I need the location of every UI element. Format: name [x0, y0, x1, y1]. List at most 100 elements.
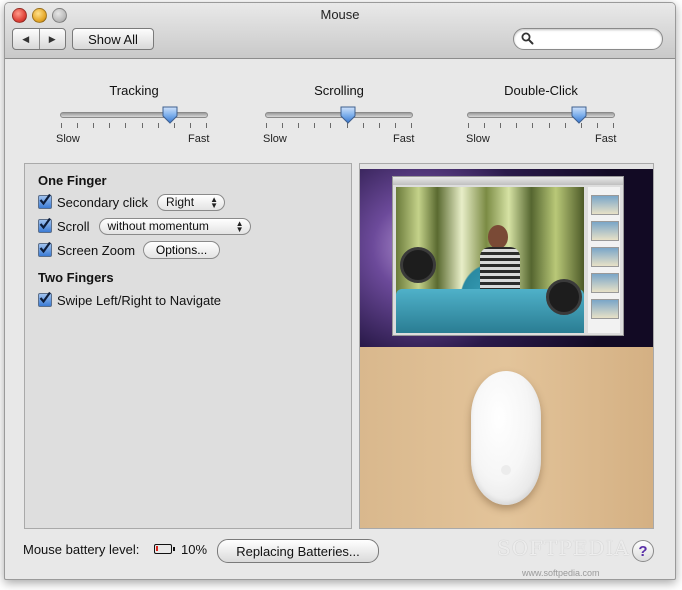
double-click-ticks — [468, 123, 614, 129]
slider-tick — [77, 123, 78, 128]
softpedia-watermark: SOFTPEDIA — [497, 536, 630, 560]
scrolling-slow-label: Slow — [263, 133, 287, 145]
tracking-slider-thumb[interactable] — [162, 106, 178, 124]
battery-icon — [154, 544, 175, 554]
secondary-click-label: Secondary click — [57, 194, 149, 210]
tracking-slow-label: Slow — [56, 133, 80, 145]
slider-tick — [516, 123, 517, 128]
double-click-fast-label: Fast — [595, 133, 617, 145]
secondary-click-checkbox[interactable] — [38, 193, 52, 209]
tracking-fast-label: Fast — [188, 133, 210, 145]
slider-tick — [266, 123, 267, 128]
preview-screen-image — [360, 164, 653, 347]
slider-tick — [411, 123, 412, 128]
checkmark-icon — [39, 217, 51, 230]
search-input[interactable] — [538, 31, 653, 46]
magic-mouse-image — [471, 371, 541, 505]
slider-tick — [142, 123, 143, 128]
popup-arrows-icon: ▲ ▼ — [210, 194, 219, 210]
preview-thumbnail — [591, 273, 619, 293]
gesture-preview — [359, 163, 654, 529]
scrolling-slider-group: Scrolling Slow Fast — [259, 81, 419, 151]
screen-zoom-label: Screen Zoom — [57, 242, 136, 258]
double-click-slow-label: Slow — [466, 133, 490, 145]
battery-level-label: Mouse battery level: — [23, 542, 140, 557]
mouse-preferences-window: Mouse ◀ ▶ Show All Tracking Slow Fast Sc… — [4, 2, 676, 580]
preview-thumbnail — [591, 195, 619, 215]
slider-tick — [298, 123, 299, 128]
swipe-label: Swipe Left/Right to Navigate — [57, 292, 222, 308]
search-icon — [521, 32, 534, 45]
search-field[interactable] — [513, 28, 663, 50]
scrolling-ticks — [266, 123, 412, 129]
scroll-popup[interactable]: without momentum ▲ ▼ — [98, 217, 251, 235]
scrolling-fast-label: Fast — [393, 133, 415, 145]
preview-photo-window — [392, 176, 624, 336]
slider-tick — [468, 123, 469, 128]
screen-zoom-row: Screen Zoom Options... — [38, 241, 221, 259]
slider-tick — [532, 123, 533, 128]
two-fingers-heading: Two Fingers — [38, 270, 114, 285]
checkmark-icon — [39, 193, 51, 206]
slider-tick — [158, 123, 159, 128]
replacing-batteries-button[interactable]: Replacing Batteries... — [217, 539, 379, 563]
swipe-checkbox[interactable] — [38, 291, 52, 307]
battery-fill — [156, 546, 158, 551]
double-click-track[interactable] — [467, 112, 615, 118]
slider-tick — [61, 123, 62, 128]
scrolling-slider-thumb[interactable] — [340, 106, 356, 124]
slider-tick — [500, 123, 501, 128]
preview-thumbnail — [591, 299, 619, 319]
tracking-ticks — [61, 123, 207, 129]
slider-tick — [379, 123, 380, 128]
scrolling-track[interactable] — [265, 112, 413, 118]
slider-tick — [549, 123, 550, 128]
slider-tick — [613, 123, 614, 128]
preview-thumbnail — [591, 247, 619, 267]
checkmark-icon — [39, 241, 51, 254]
scroll-checkbox[interactable] — [38, 217, 52, 233]
scroll-label: Scroll — [57, 218, 90, 234]
slider-tick — [565, 123, 566, 128]
battery-level-value: 10% — [181, 542, 208, 557]
slider-tick — [282, 123, 283, 128]
screen-zoom-options-button[interactable]: Options... — [143, 241, 221, 259]
apple-logo-icon — [501, 465, 511, 475]
slider-tick — [109, 123, 110, 128]
scrolling-title: Scrolling — [314, 83, 364, 98]
one-finger-heading: One Finger — [38, 173, 107, 188]
scroll-row: Scroll without momentum ▲ ▼ — [38, 217, 251, 235]
slider-tick — [330, 123, 331, 128]
preview-thumbnail-strip — [588, 187, 620, 333]
preview-desk — [360, 347, 653, 528]
preview-thumbnail — [591, 221, 619, 241]
preview-photo-titlebar — [393, 177, 623, 185]
help-button[interactable]: ? — [632, 540, 654, 562]
slider-tick — [363, 123, 364, 128]
forward-button[interactable]: ▶ — [38, 29, 66, 49]
tracking-slider-group: Tracking Slow Fast — [54, 81, 214, 151]
preview-wheel — [400, 247, 436, 283]
title-bar: Mouse ◀ ▶ Show All — [5, 3, 675, 59]
double-click-slider-group: Double-Click Slow Fast — [461, 81, 621, 151]
secondary-click-popup[interactable]: Right ▲ ▼ — [157, 193, 226, 211]
swipe-row: Swipe Left/Right to Navigate — [38, 291, 221, 309]
popup-arrows-icon: ▲ ▼ — [235, 218, 244, 234]
slider-tick — [206, 123, 207, 128]
tracking-track[interactable] — [60, 112, 208, 118]
show-all-button[interactable]: Show All — [72, 28, 154, 50]
slider-tick — [395, 123, 396, 128]
screen-zoom-checkbox[interactable] — [38, 241, 52, 257]
preview-wheel — [546, 279, 582, 315]
softpedia-url: www.softpedia.com — [522, 568, 600, 578]
back-forward-control: ◀ ▶ — [12, 28, 66, 50]
secondary-click-value: Right — [166, 195, 195, 209]
gesture-options-panel: One Finger Secondary click Right ▲ ▼ Scro… — [24, 163, 352, 529]
slider-tick — [93, 123, 94, 128]
back-button[interactable]: ◀ — [13, 29, 39, 49]
double-click-slider-thumb[interactable] — [571, 106, 587, 124]
scroll-value: without momentum — [107, 219, 209, 233]
slider-tick — [190, 123, 191, 128]
window-title: Mouse — [320, 7, 360, 22]
secondary-click-row: Secondary click Right ▲ ▼ — [38, 193, 226, 211]
